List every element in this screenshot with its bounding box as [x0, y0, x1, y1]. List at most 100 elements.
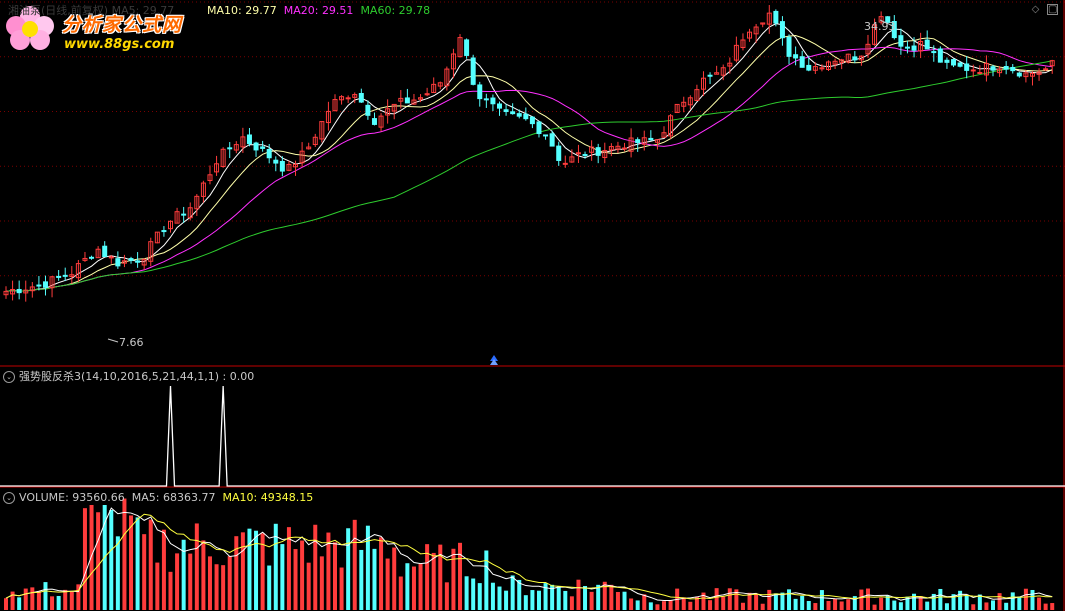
volume-bar	[43, 582, 48, 610]
candle-body	[503, 109, 509, 113]
candle-body	[990, 66, 996, 71]
volume-bar	[458, 542, 463, 610]
volume-bars[interactable]	[4, 498, 1055, 610]
volume-bar	[352, 519, 357, 610]
candle-body	[786, 36, 792, 57]
volume-bar	[668, 600, 673, 610]
volume-bar	[714, 588, 719, 610]
candle-body	[904, 46, 910, 49]
volume-bar	[609, 584, 614, 610]
volume-bar	[168, 571, 173, 610]
volume-bar	[635, 600, 640, 610]
volume-bar	[569, 596, 574, 610]
volume-bar	[398, 576, 403, 610]
candle-body	[227, 147, 233, 150]
candle-body	[648, 137, 654, 141]
volume-bar	[780, 592, 785, 610]
candle-body	[477, 84, 483, 100]
volume-bar	[629, 598, 634, 610]
ma60-value: 29.78	[398, 4, 431, 17]
candle-body	[549, 133, 555, 147]
candle-body	[510, 111, 516, 115]
volume-ma5-label: MA5:	[131, 491, 160, 504]
volume-bar	[247, 528, 252, 610]
volume-ma10-value: 49348.15	[260, 491, 314, 504]
volume-bar	[536, 590, 541, 610]
chart-canvas[interactable]	[0, 0, 1065, 611]
volume-bar	[306, 562, 311, 610]
volume-bar	[721, 596, 726, 610]
volume-ma5-value: 68363.77	[163, 491, 216, 504]
candle-body	[1043, 68, 1049, 71]
volume-bar	[622, 591, 627, 610]
collapse-icon[interactable]: ⌄	[3, 371, 15, 383]
volume-bar	[1004, 602, 1009, 610]
volume-bar	[451, 548, 456, 610]
collapse-icon-volume[interactable]: ⌄	[3, 492, 15, 504]
volume-bar	[1030, 589, 1035, 610]
indicator-title: 强势股反杀3(14,10,2016,5,21,44,1,1) : 0.00	[19, 370, 255, 383]
maximize-icon[interactable]: ▢	[1047, 4, 1058, 15]
candle-body	[161, 230, 167, 233]
volume-bar	[346, 528, 351, 610]
candle-body	[523, 113, 529, 120]
candle-body	[497, 103, 502, 109]
volume-ma10-label: MA10:	[222, 491, 258, 504]
volume-bar	[773, 593, 778, 610]
ma20-label: MA20:	[283, 4, 319, 17]
volume-bar	[984, 602, 989, 610]
candle-body	[964, 63, 970, 71]
volume-bar	[991, 600, 995, 610]
candle-body	[483, 98, 489, 101]
candle-body	[799, 56, 805, 68]
volume-bar	[602, 581, 607, 610]
volume-bar	[767, 589, 772, 610]
volume-bar	[201, 540, 206, 610]
volume-bar	[477, 583, 482, 610]
volume-bar	[859, 589, 864, 610]
candle-body	[529, 116, 535, 125]
volume-bar	[708, 600, 713, 610]
volume-bar	[576, 579, 581, 610]
volume-bar	[813, 603, 818, 610]
candle-body	[266, 148, 272, 159]
volume-bar	[872, 604, 877, 610]
volume-bar	[385, 558, 390, 610]
candle-body	[707, 74, 713, 77]
volume-bar	[800, 595, 805, 610]
volume-bar	[227, 556, 232, 610]
candle-body	[345, 97, 351, 100]
volume-bar	[372, 548, 377, 610]
volume-bar	[793, 598, 798, 610]
volume-bar	[839, 601, 844, 610]
candle-body	[898, 35, 904, 47]
volume-bar	[293, 549, 298, 610]
volume-bar	[214, 564, 219, 610]
price-annotations	[107, 19, 894, 343]
ma10-value: 29.77	[245, 4, 277, 17]
volume-bar	[523, 595, 528, 610]
volume-bar	[280, 544, 285, 610]
volume-bar	[484, 550, 489, 610]
candle-body	[543, 134, 549, 137]
volume-bar	[69, 591, 74, 610]
candle-body	[957, 62, 963, 67]
volume-bar	[122, 498, 127, 610]
logo-url: www.88gs.com	[64, 37, 175, 52]
volume-bar	[938, 588, 943, 610]
volume-bar	[865, 588, 870, 610]
candle-body	[371, 118, 377, 125]
volume-bar	[583, 586, 588, 610]
candle-body	[595, 147, 601, 156]
volume-label: VOLUME:	[19, 491, 69, 504]
candle-body	[273, 159, 279, 164]
candle-body	[115, 258, 121, 267]
diamond-icon[interactable]: ◇	[1030, 4, 1041, 15]
candle-body	[470, 57, 476, 85]
volume-bar	[1037, 597, 1042, 610]
volume-bar	[1010, 592, 1015, 610]
candle-body	[56, 275, 62, 278]
volume-bar	[444, 582, 449, 610]
candle-body	[911, 45, 917, 51]
volume-bar	[1023, 588, 1028, 610]
